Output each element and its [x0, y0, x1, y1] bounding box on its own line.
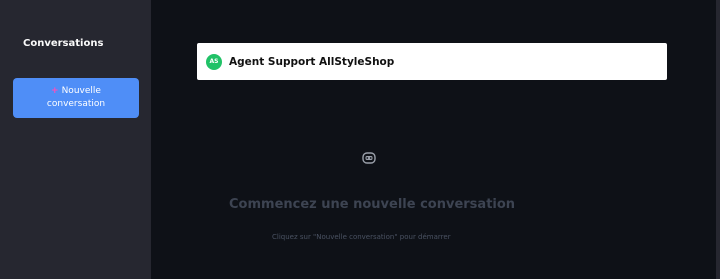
new-conversation-label: + Nouvelle conversation [47, 85, 105, 111]
empty-state-title: Commencez une nouvelle conversation [229, 197, 516, 212]
new-conversation-line1: Nouvelle [61, 86, 101, 96]
new-conversation-button[interactable]: + Nouvelle conversation [13, 78, 139, 118]
plus-icon: + [51, 86, 59, 96]
avatar: AS [206, 53, 222, 70]
agent-name: Agent Support AllStyleShop [229, 55, 395, 68]
sidebar: Conversations + Nouvelle conversation [0, 0, 151, 279]
robot-icon [362, 152, 376, 164]
agent-header: AS Agent Support AllStyleShop [197, 43, 667, 80]
empty-state-hint: Cliquez sur "Nouvelle conversation" pour… [272, 233, 451, 241]
sidebar-title: Conversations [23, 38, 104, 49]
scrollbar-track[interactable] [716, 0, 720, 279]
new-conversation-line2: conversation [46, 99, 106, 109]
chat-app: Conversations + Nouvelle conversation AS … [0, 0, 720, 279]
